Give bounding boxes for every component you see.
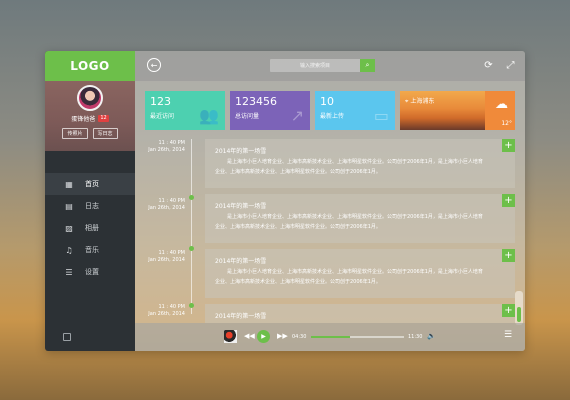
profile-panel: 蛋锋他爸 12 传照片 写日志 (45, 81, 135, 151)
sidebar-item-label: 设置 (85, 268, 99, 276)
stat-cards: 123 最近访问 👥 123456 总访问量 ↗ 10 最新上传 ▭ ⌖ 上海浦… (145, 91, 515, 130)
add-button[interactable]: + (502, 304, 515, 317)
timeline-post[interactable]: 2014年的第一场雪 + (205, 304, 515, 323)
location-pin-icon: ⌖ (405, 98, 409, 105)
back-arrow-icon[interactable]: ← (147, 58, 161, 72)
trend-chart-icon: ↗ (290, 106, 304, 125)
volume-icon[interactable]: 🔈 (427, 332, 436, 340)
sidebar-item-label: 相册 (85, 224, 99, 232)
post-title: 2014年的第一场雪 (215, 203, 267, 210)
total-time: 11:30 (408, 334, 423, 340)
add-button[interactable]: + (502, 139, 515, 152)
weather-location: 上海浦东 (410, 98, 435, 105)
timeline-line (191, 139, 192, 314)
search-box: ⌕ (270, 59, 375, 72)
weather-temp: 12° (501, 120, 512, 127)
logo: LOGO (45, 51, 135, 81)
timeline-date: 11 : 40 PM Jan 26th, 2014 (148, 198, 185, 211)
tray-icon: ▭ (373, 106, 389, 125)
main-panel: ← ⌕ ⟳ ⤢ 123 最近访问 👥 123456 总访问量 ↗ 10 最新上传 (135, 51, 525, 351)
sidebar-item-label: 音乐 (85, 246, 99, 254)
playlist-icon[interactable]: ☰ (504, 330, 512, 340)
grid-icon: ▦ (65, 179, 73, 189)
sidebar-item-log[interactable]: ▤ 日志 (45, 195, 135, 217)
fullscreen-icon[interactable]: ⤢ (504, 59, 517, 72)
post-title: 2014年的第一场雪 (215, 313, 267, 320)
post-title: 2014年的第一场雪 (215, 148, 267, 155)
stat-card-recent-visits[interactable]: 123 最近访问 👥 (145, 91, 225, 130)
sliders-icon: ☰ (65, 267, 73, 277)
timeline-dot (189, 195, 194, 200)
stat-card-total-visits[interactable]: 123456 总访问量 ↗ (230, 91, 310, 130)
settings-square-icon[interactable] (63, 333, 71, 341)
sidebar-item-label: 日志 (85, 202, 99, 210)
timeline-post[interactable]: 2014年的第一场雪 是上海市小巨人培育企业、上海市高新技术企业、上海市明星软件… (205, 139, 515, 188)
rain-cloud-icon: ☁ (495, 97, 508, 112)
document-icon: ▤ (65, 201, 73, 211)
timeline-date: 11 : 40 PM Jan 26th, 2014 (148, 140, 185, 153)
album-icon: ▨ (65, 223, 73, 233)
username: 蛋锋他爸 (71, 116, 96, 123)
sidebar-nav: ▦ 首页 ▤ 日志 ▨ 相册 ♫ 音乐 ☰ 设置 (45, 173, 135, 283)
add-button[interactable]: + (502, 249, 515, 262)
progress-bar[interactable] (311, 336, 404, 338)
progress-fill (311, 336, 351, 338)
post-body: 是上海市小巨人培育企业、上海市高新技术企业、上海市明星软件企业。公司创于2006… (215, 269, 483, 285)
search-icon[interactable]: ⌕ (360, 59, 375, 72)
users-icon: 👥 (199, 106, 219, 125)
sidebar: LOGO 蛋锋他爸 12 传照片 写日志 ▦ 首页 ▤ 日志 ▨ 相册 ♫ 音乐… (45, 51, 135, 351)
volume-slider[interactable] (515, 291, 523, 325)
stat-card-latest-uploads[interactable]: 10 最新上传 ▭ (315, 91, 395, 130)
avatar[interactable] (77, 85, 103, 111)
music-player: ◀◀ ▶ ▶▶ 04:30 11:30 🔈 ☰ (135, 323, 525, 351)
album-cover[interactable] (224, 330, 237, 343)
search-input[interactable] (270, 59, 360, 72)
sidebar-item-label: 首页 (85, 180, 99, 188)
app-window: LOGO 蛋锋他爸 12 传照片 写日志 ▦ 首页 ▤ 日志 ▨ 相册 ♫ 音乐… (45, 51, 525, 351)
add-button[interactable]: + (502, 194, 515, 207)
volume-level (517, 306, 521, 322)
sidebar-item-album[interactable]: ▨ 相册 (45, 217, 135, 239)
timeline-post[interactable]: 2014年的第一场雪 是上海市小巨人培育企业、上海市高新技术企业、上海市明星软件… (205, 194, 515, 243)
refresh-icon[interactable]: ⟳ (482, 59, 495, 72)
timeline-date: 11 : 40 PM Jan 26th, 2014 (148, 304, 185, 317)
timeline-dot (189, 246, 194, 251)
play-button[interactable]: ▶ (257, 330, 270, 343)
sidebar-item-music[interactable]: ♫ 音乐 (45, 239, 135, 261)
timeline-date: 11 : 40 PM Jan 26th, 2014 (148, 250, 185, 263)
previous-track-icon[interactable]: ◀◀ (244, 332, 255, 340)
timeline-dot (189, 303, 194, 308)
notification-badge[interactable]: 12 (98, 115, 109, 122)
weather-card[interactable]: ⌖ 上海浦东 ☁ 12° (400, 91, 515, 130)
music-icon: ♫ (65, 245, 73, 255)
upload-photo-button[interactable]: 传照片 (62, 128, 88, 139)
sidebar-item-home[interactable]: ▦ 首页 (45, 173, 135, 195)
post-body: 是上海市小巨人培育企业、上海市高新技术企业、上海市明星软件企业。公司创于2006… (215, 159, 483, 175)
sidebar-item-settings[interactable]: ☰ 设置 (45, 261, 135, 283)
current-time: 04:30 (292, 334, 307, 340)
post-body: 是上海市小巨人培育企业、上海市高新技术企业、上海市明星软件企业。公司创于2006… (215, 214, 483, 230)
timeline-post[interactable]: 2014年的第一场雪 是上海市小巨人培育企业、上海市高新技术企业、上海市明星软件… (205, 249, 515, 298)
write-log-button[interactable]: 写日志 (92, 128, 118, 139)
top-bar: ← ⌕ ⟳ ⤢ (135, 51, 525, 81)
post-title: 2014年的第一场雪 (215, 258, 267, 265)
next-track-icon[interactable]: ▶▶ (277, 332, 288, 340)
